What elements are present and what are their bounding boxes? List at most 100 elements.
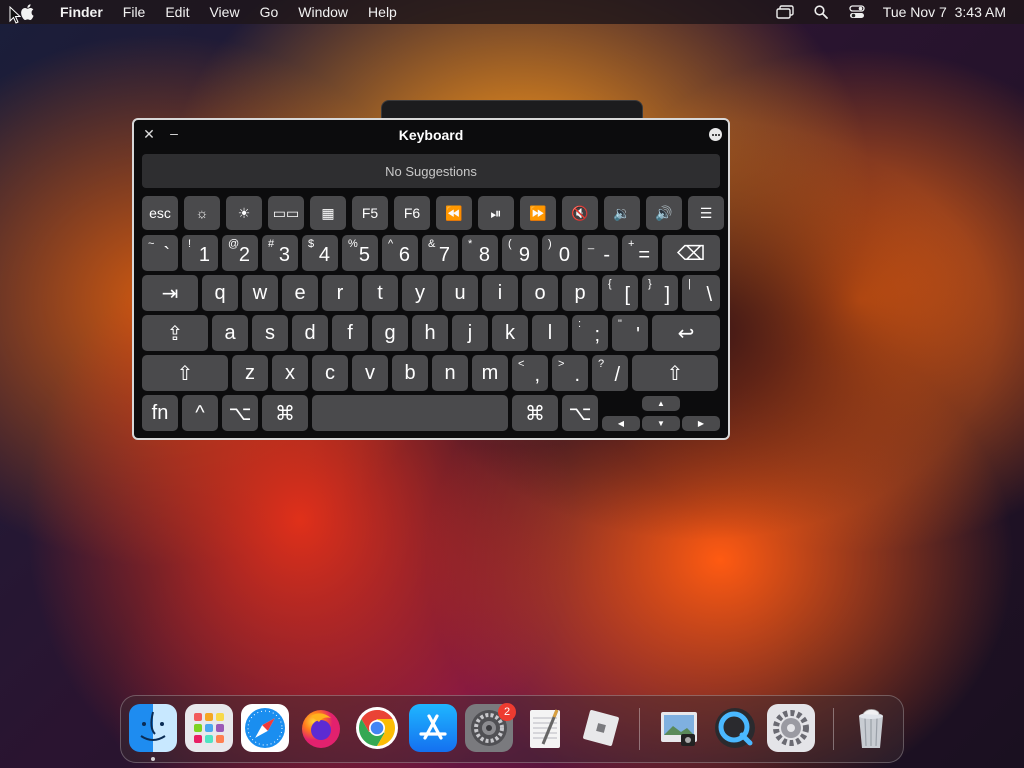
safari-icon[interactable] <box>241 704 289 752</box>
key-F5[interactable]: F5 <box>352 196 388 230</box>
key--[interactable]: _ - <box>582 235 618 271</box>
key-fn[interactable]: fn <box>142 395 178 431</box>
rewind-key[interactable]: ⏪ <box>436 196 472 230</box>
key-b[interactable]: b <box>392 355 428 391</box>
key-3[interactable]: #3 <box>262 235 298 271</box>
key-n[interactable]: n <box>432 355 468 391</box>
key-v[interactable]: v <box>352 355 388 391</box>
shift-key[interactable]: ⇧ <box>142 355 228 391</box>
key-q[interactable]: q <box>202 275 238 311</box>
mute-key[interactable]: 🔇 <box>562 196 598 230</box>
key-0[interactable]: ) 0 <box>542 235 578 271</box>
key-k[interactable]: k <box>492 315 528 351</box>
key-m[interactable]: m <box>472 355 508 391</box>
key-p[interactable]: p <box>562 275 598 311</box>
key-7[interactable]: & 7 <box>422 235 458 271</box>
system-preferences-icon[interactable] <box>767 704 815 752</box>
menu-edit[interactable]: Edit <box>155 0 199 24</box>
delete-key[interactable]: ⌫ <box>662 235 720 271</box>
key-x60[interactable]: ~ ` <box>142 235 178 271</box>
menu-view[interactable]: View <box>199 0 249 24</box>
key-d[interactable]: d <box>292 315 328 351</box>
arrow-down-key[interactable]: ▼ <box>642 416 680 431</box>
key-4[interactable]: $4 <box>302 235 338 271</box>
key-y[interactable]: y <box>402 275 438 311</box>
key-s[interactable]: s <box>252 315 288 351</box>
key-o[interactable]: o <box>522 275 558 311</box>
fast-forward-key[interactable]: ⏩ <box>520 196 556 230</box>
key-2[interactable]: @2 <box>222 235 258 271</box>
option-key[interactable]: ⌥ <box>222 395 258 431</box>
trash-icon[interactable] <box>847 704 895 752</box>
key-u[interactable]: u <box>442 275 478 311</box>
textedit-icon[interactable] <box>521 704 569 752</box>
command-key[interactable]: ⌘ <box>262 395 308 431</box>
launchpad-icon[interactable] <box>185 704 233 752</box>
list-key[interactable]: ☰ <box>688 196 724 230</box>
launchpad-key[interactable]: ▦ <box>310 196 346 230</box>
volume-down-key[interactable]: 🔉 <box>604 196 640 230</box>
arrow-left-key[interactable]: ◀ <box>602 416 640 431</box>
clock[interactable]: Tue Nov 7 3:43 AM <box>883 4 1006 20</box>
arrow-right-key[interactable]: ▶ <box>682 416 720 431</box>
key-9[interactable]: (9 <box>502 235 538 271</box>
command-key[interactable]: ⌘ <box>512 395 558 431</box>
key-6[interactable]: ^ 6 <box>382 235 418 271</box>
key-h[interactable]: h <box>412 315 448 351</box>
key-x3d[interactable]: + = <box>622 235 658 271</box>
key-f[interactable]: f <box>332 315 368 351</box>
key-l[interactable]: l <box>532 315 568 351</box>
key-x[interactable]: x <box>272 355 308 391</box>
space-bar-key[interactable] <box>312 395 508 431</box>
roblox-icon[interactable] <box>577 704 625 752</box>
key-x5b[interactable]: {[ <box>602 275 638 311</box>
key-e[interactable]: e <box>282 275 318 311</box>
key-a[interactable]: a <box>212 315 248 351</box>
quicktime-icon[interactable] <box>711 704 759 752</box>
menu-help[interactable]: Help <box>358 0 407 24</box>
control-center-icon[interactable] <box>847 4 867 20</box>
key-r[interactable]: r <box>322 275 358 311</box>
volume-up-key[interactable]: 🔊 <box>646 196 682 230</box>
key-esc[interactable]: esc <box>142 196 178 230</box>
more-options-icon[interactable] <box>709 128 722 141</box>
menu-window[interactable]: Window <box>288 0 358 24</box>
key-j[interactable]: j <box>452 315 488 351</box>
key-8[interactable]: * 8 <box>462 235 498 271</box>
chrome-icon[interactable] <box>353 704 401 752</box>
key-i[interactable]: i <box>482 275 518 311</box>
screen-mirroring-icon[interactable] <box>775 4 795 20</box>
control-key[interactable]: ^ <box>182 395 218 431</box>
key-1[interactable]: ! 1 <box>182 235 218 271</box>
app-store-icon[interactable] <box>409 704 457 752</box>
key-x5c[interactable]: | \ <box>682 275 720 311</box>
brightness-up-key[interactable]: ☀ <box>226 196 262 230</box>
key-g[interactable]: g <box>372 315 408 351</box>
key-x3b[interactable]: :; <box>572 315 608 351</box>
finder-icon[interactable] <box>129 704 177 752</box>
mission-control-key[interactable]: ▭▭ <box>268 196 304 230</box>
key-x5d[interactable]: }] <box>642 275 678 311</box>
key-x2e[interactable]: >. <box>552 355 588 391</box>
search-icon[interactable] <box>811 4 831 20</box>
shift-key[interactable]: ⇧ <box>632 355 718 391</box>
firefox-icon[interactable] <box>297 704 345 752</box>
menu-finder[interactable]: Finder <box>50 0 113 24</box>
keyboard-titlebar[interactable]: ✕ – Keyboard <box>134 120 728 150</box>
key-t[interactable]: t <box>362 275 398 311</box>
key-w[interactable]: w <box>242 275 278 311</box>
menu-go[interactable]: Go <box>250 0 289 24</box>
preview-icon[interactable] <box>655 704 703 752</box>
return-key[interactable]: ↩ <box>652 315 720 351</box>
caps-lock-key[interactable]: ⇪ <box>142 315 208 351</box>
key-F6[interactable]: F6 <box>394 196 430 230</box>
key-z[interactable]: z <box>232 355 268 391</box>
key-c[interactable]: c <box>312 355 348 391</box>
key-x27[interactable]: " ' <box>612 315 648 351</box>
key-x2f[interactable]: ? / <box>592 355 628 391</box>
option-key[interactable]: ⌥ <box>562 395 598 431</box>
menu-file[interactable]: File <box>113 0 156 24</box>
arrow-up-key[interactable]: ▲ <box>642 396 680 411</box>
key-5[interactable]: % 5 <box>342 235 378 271</box>
play-pause-key[interactable]: ⏯ <box>478 196 514 230</box>
